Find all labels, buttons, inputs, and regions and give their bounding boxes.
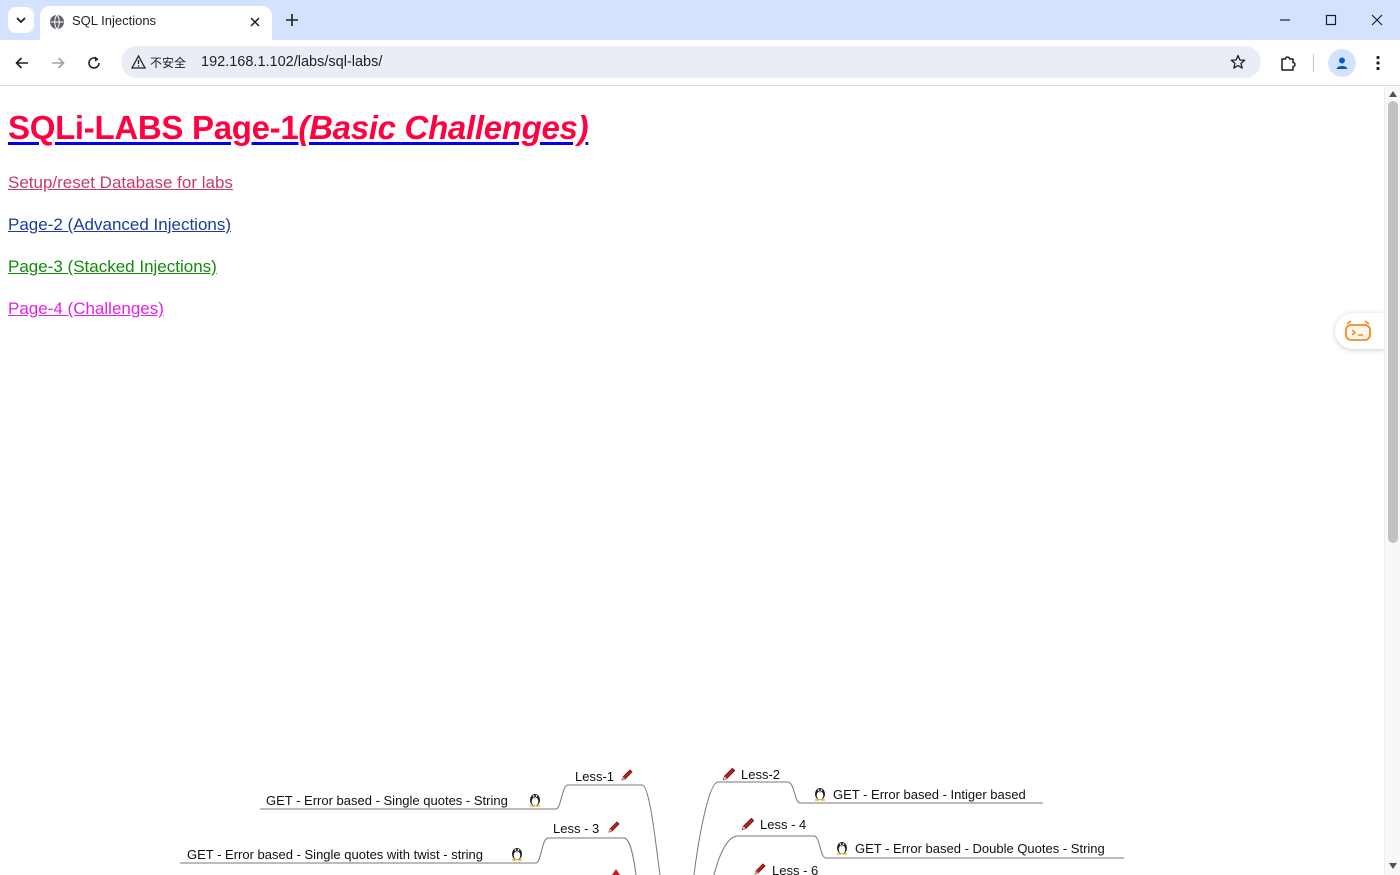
arrow-left-icon bbox=[15, 57, 28, 69]
minimize-button[interactable] bbox=[1270, 6, 1300, 34]
address-bar[interactable]: 不安全 192.168.1.102/labs/sql-labs/ bbox=[121, 46, 1261, 78]
minimize-icon bbox=[1280, 19, 1290, 21]
browser-toolbar: 不安全 192.168.1.102/labs/sql-labs/ bbox=[0, 40, 1400, 86]
penguin-icon bbox=[815, 788, 825, 801]
close-window-button[interactable] bbox=[1362, 6, 1392, 34]
mindmap-node-less-3: Less - 3 bbox=[553, 821, 600, 836]
toolbar-separator bbox=[1313, 54, 1314, 72]
globe-icon bbox=[50, 14, 64, 30]
mindmap-node-less-2-desc: GET - Error based - Intiger based bbox=[833, 787, 1026, 802]
profile-button[interactable] bbox=[1328, 49, 1356, 77]
back-button[interactable] bbox=[8, 49, 36, 77]
pencil-icon bbox=[722, 767, 736, 781]
reload-icon bbox=[88, 56, 100, 69]
new-tab-button[interactable] bbox=[280, 8, 304, 32]
security-label: 不安全 bbox=[150, 55, 187, 70]
mindmap-node-less-4: Less - 4 bbox=[760, 817, 807, 832]
plus-icon bbox=[286, 14, 298, 26]
scroll-up-arrow[interactable] bbox=[1389, 91, 1397, 97]
mindmap-node-less-3-desc: GET - Error based - Single quotes with t… bbox=[187, 847, 483, 862]
penguin-icon bbox=[837, 842, 847, 855]
chevron-down-icon bbox=[16, 17, 26, 24]
mindmap-node-less-4-desc: GET - Error based - Double Quotes - Stri… bbox=[855, 841, 1105, 856]
mindmap-node-less-2: Less-2 bbox=[741, 767, 781, 782]
penguin-icon bbox=[512, 848, 522, 861]
security-chip[interactable]: 不安全 bbox=[127, 50, 194, 74]
more-vertical-icon bbox=[1376, 55, 1380, 71]
penguin-icon bbox=[530, 794, 540, 807]
mindmap-node-less-1-desc: GET - Error based - Single quotes - Stri… bbox=[266, 793, 508, 808]
pencil-icon bbox=[621, 769, 633, 781]
bookmark-button[interactable] bbox=[1227, 51, 1249, 73]
url-text[interactable]: 192.168.1.102/labs/sql-labs/ bbox=[201, 54, 382, 70]
menu-button[interactable] bbox=[1364, 49, 1392, 77]
tab-title: SQL Injections bbox=[72, 13, 157, 28]
mindmap-connectors bbox=[180, 781, 1124, 875]
scroll-thumb[interactable] bbox=[1388, 101, 1398, 543]
pencil-icon bbox=[608, 821, 620, 833]
person-icon bbox=[1336, 57, 1348, 69]
page-viewport: SQLi-LABS Page-1(Basic Challenges) Setup… bbox=[0, 87, 1384, 875]
scroll-down-arrow[interactable] bbox=[1389, 863, 1397, 869]
mindmap-node-less-1: Less-1 bbox=[575, 769, 615, 784]
extensions-button[interactable] bbox=[1274, 49, 1302, 77]
pencil-icon bbox=[741, 817, 755, 831]
maximize-button[interactable] bbox=[1316, 6, 1346, 34]
maximize-icon bbox=[1325, 14, 1337, 26]
vertical-scrollbar[interactable] bbox=[1384, 87, 1400, 875]
browser-tab[interactable]: SQL Injections bbox=[40, 6, 272, 40]
pencil-icon bbox=[754, 863, 766, 875]
forward-button[interactable] bbox=[44, 49, 72, 77]
tab-search-button[interactable] bbox=[8, 7, 34, 33]
close-tab-button[interactable] bbox=[246, 13, 264, 31]
tab-strip: SQL Injections bbox=[0, 0, 1400, 40]
warning-icon bbox=[131, 55, 146, 69]
arrow-right-icon bbox=[52, 57, 65, 69]
reload-button[interactable] bbox=[80, 49, 108, 77]
mindmap-node-less-6: Less - 6 bbox=[772, 863, 819, 875]
star-icon bbox=[1230, 54, 1246, 69]
close-icon bbox=[1371, 14, 1383, 26]
close-icon bbox=[250, 17, 260, 27]
puzzle-icon bbox=[1281, 56, 1296, 71]
